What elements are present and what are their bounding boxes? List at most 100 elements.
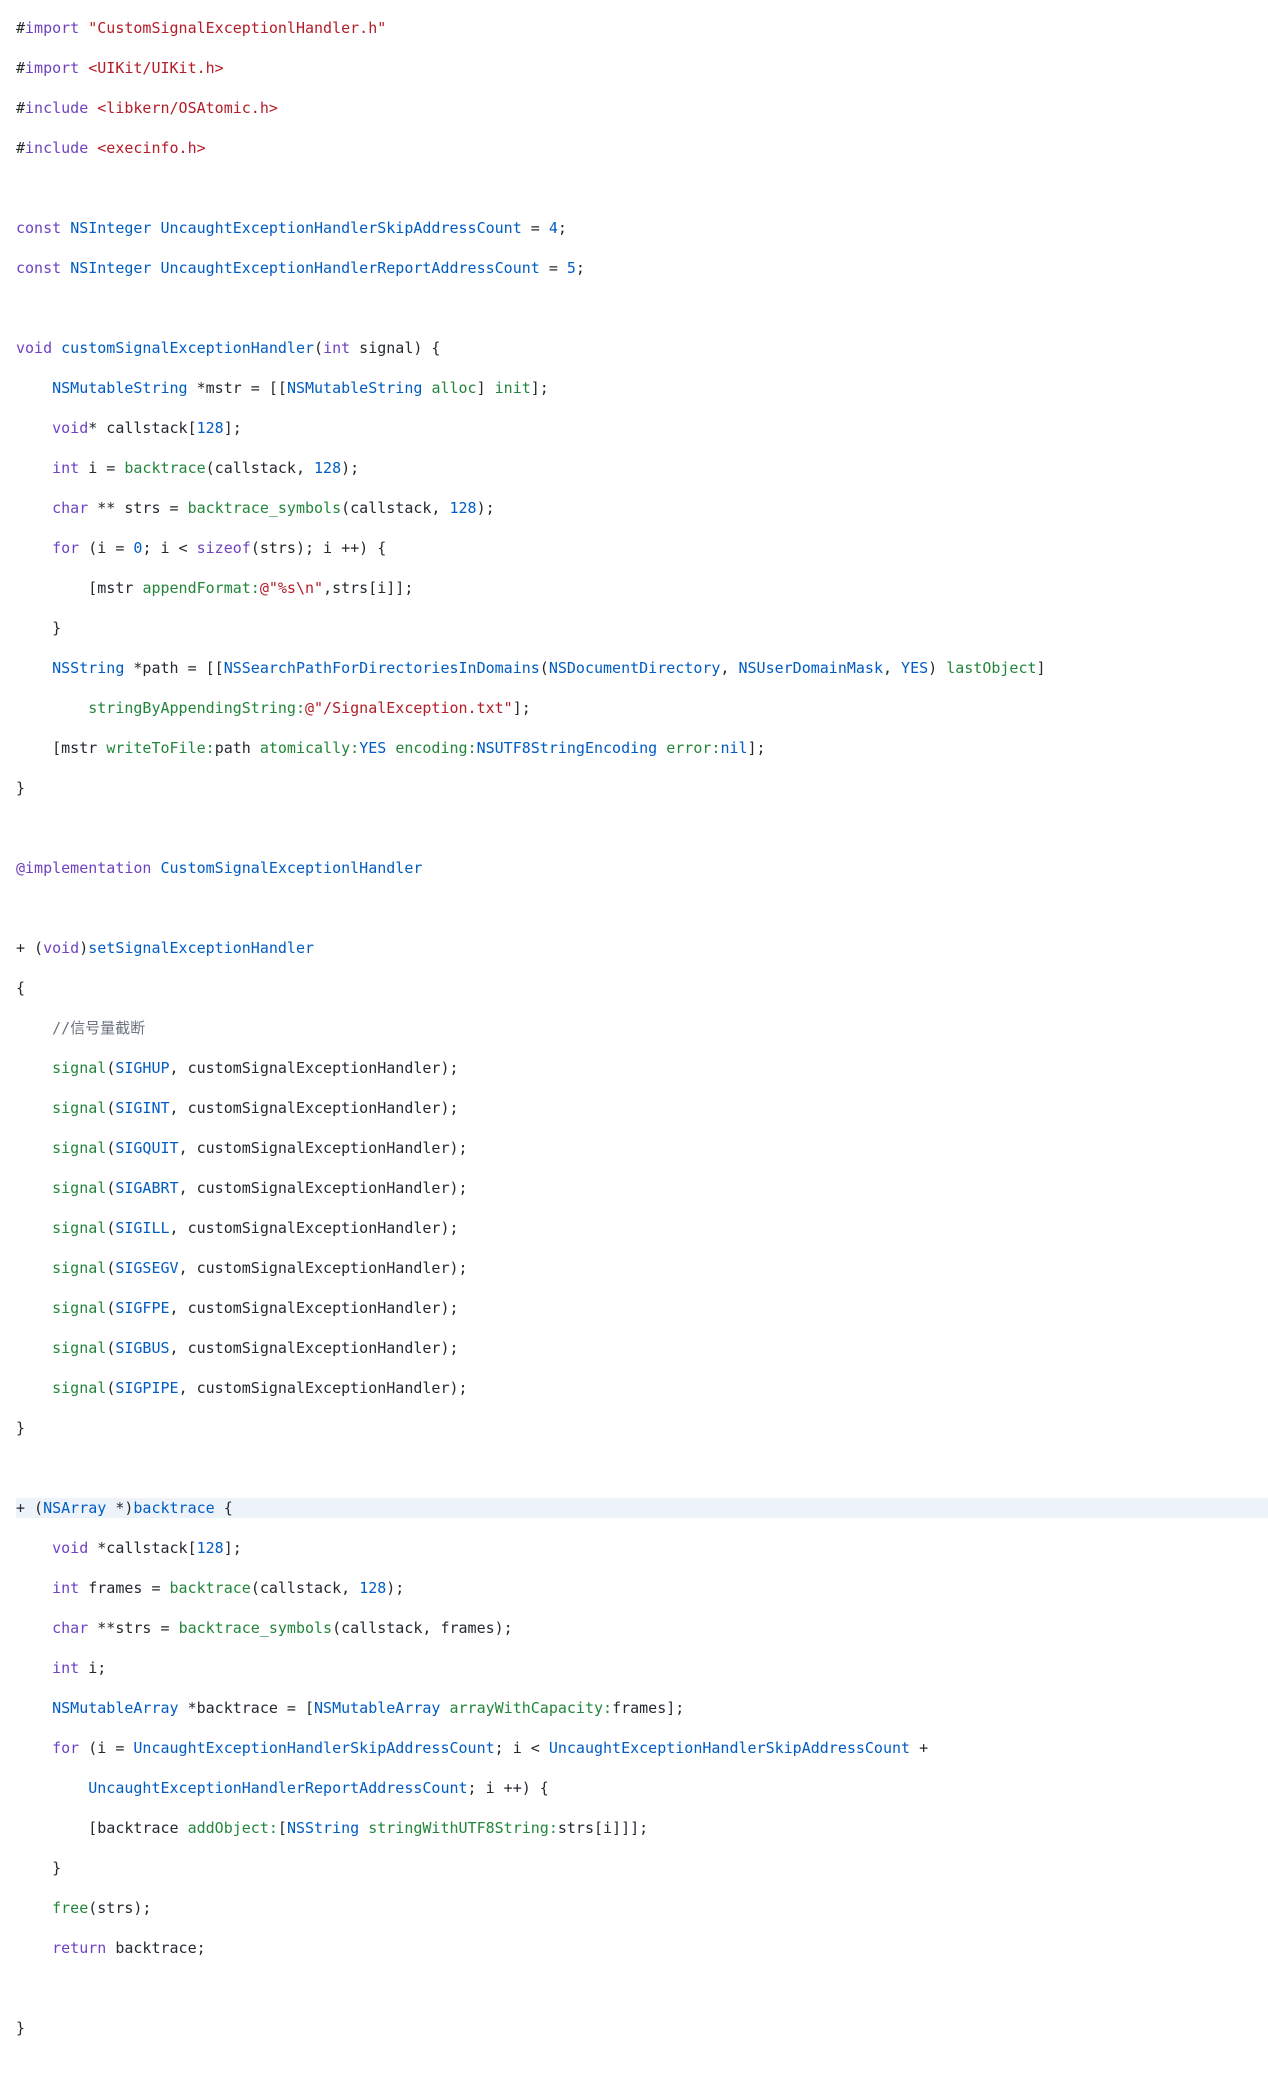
- code-line: return backtrace;: [16, 1938, 1268, 1958]
- code-line: signal(SIGFPE, customSignalExceptionHand…: [16, 1298, 1268, 1318]
- code-token: ]: [1037, 659, 1046, 677]
- code-token: }: [16, 1859, 61, 1877]
- code-token: char: [52, 499, 88, 517]
- code-token: [16, 1179, 52, 1197]
- code-token: signal) {: [350, 339, 440, 357]
- code-token: stringByAppendingString:: [88, 699, 305, 717]
- code-token: [mstr: [16, 579, 142, 597]
- code-token: (i =: [79, 539, 133, 557]
- code-line: free(strs);: [16, 1898, 1268, 1918]
- code-token: [16, 1059, 52, 1077]
- code-token: signal: [52, 1339, 106, 1357]
- code-token: ; i <: [142, 539, 196, 557]
- code-token: (: [314, 339, 323, 357]
- code-token: NSString: [287, 1819, 359, 1837]
- code-token: <UIKit/UIKit.h>: [88, 59, 223, 77]
- code-token: ];: [513, 699, 531, 717]
- code-token: (: [106, 1059, 115, 1077]
- code-token: [16, 699, 88, 717]
- code-line: }: [16, 1418, 1268, 1438]
- code-token: NSString: [52, 659, 124, 677]
- code-line: [16, 1978, 1268, 1998]
- code-token: [88, 139, 97, 157]
- code-line: }: [16, 2018, 1268, 2038]
- code-token: init: [495, 379, 531, 397]
- code-token: const: [16, 219, 61, 237]
- code-token: [16, 1899, 52, 1917]
- code-token: [88, 99, 97, 117]
- code-line: [16, 298, 1268, 318]
- code-token: 128: [359, 1579, 386, 1597]
- code-token: *): [106, 1499, 133, 1517]
- code-token: NSUTF8StringEncoding: [477, 739, 658, 757]
- code-token: arrayWithCapacity:: [450, 1699, 613, 1717]
- code-line: void *callstack[128];: [16, 1538, 1268, 1558]
- code-line: int i;: [16, 1658, 1268, 1678]
- code-token: ];: [224, 1539, 242, 1557]
- code-line: char **strs = backtrace_symbols(callstac…: [16, 1618, 1268, 1638]
- code-token: [16, 1539, 52, 1557]
- code-token: nil: [720, 739, 747, 757]
- code-token: NSSearchPathForDirectoriesInDomains: [224, 659, 540, 677]
- code-token: [440, 1699, 449, 1717]
- code-token: [151, 219, 160, 237]
- code-token: "CustomSignalExceptionlHandler.h": [88, 19, 386, 37]
- code-token: [61, 259, 70, 277]
- code-token: atomically:: [260, 739, 359, 757]
- code-token: NSInteger: [70, 259, 151, 277]
- code-token: (: [106, 1139, 115, 1157]
- code-token: signal: [52, 1219, 106, 1237]
- code-token: [16, 1259, 52, 1277]
- code-token: import: [25, 59, 79, 77]
- code-line: + (NSArray *)backtrace {: [16, 1498, 1268, 1518]
- code-token: [16, 1939, 52, 1957]
- code-token: , customSignalExceptionHandler);: [170, 1059, 459, 1077]
- code-line: signal(SIGQUIT, customSignalExceptionHan…: [16, 1138, 1268, 1158]
- code-token: return: [52, 1939, 106, 1957]
- code-line: void customSignalExceptionHandler(int si…: [16, 338, 1268, 358]
- code-line: signal(SIGSEGV, customSignalExceptionHan…: [16, 1258, 1268, 1278]
- code-token: [16, 1019, 52, 1037]
- code-line: [16, 898, 1268, 918]
- code-token: [16, 379, 52, 397]
- code-token: SIGBUS: [115, 1339, 169, 1357]
- code-token: <libkern/OSAtomic.h>: [97, 99, 278, 117]
- code-token: [16, 1579, 52, 1597]
- code-token: }: [16, 1419, 25, 1437]
- code-token: ,: [883, 659, 901, 677]
- code-token: [151, 859, 160, 877]
- code-line: @implementation CustomSignalExceptionlHa…: [16, 858, 1268, 878]
- code-token: int: [52, 1659, 79, 1677]
- code-line: NSMutableString *mstr = [[NSMutableStrin…: [16, 378, 1268, 398]
- code-token: NSInteger: [70, 219, 151, 237]
- code-token: for: [52, 539, 79, 557]
- code-token: signal: [52, 1179, 106, 1197]
- code-token: include: [25, 99, 88, 117]
- code-token: [16, 1779, 88, 1797]
- code-token: [79, 19, 88, 37]
- code-token: ,: [720, 659, 738, 677]
- code-token: (: [106, 1299, 115, 1317]
- code-token: NSArray: [43, 1499, 106, 1517]
- code-token: ; i ++) {: [468, 1779, 549, 1797]
- code-line: NSMutableArray *backtrace = [NSMutableAr…: [16, 1698, 1268, 1718]
- code-token: customSignalExceptionHandler: [61, 339, 314, 357]
- code-token: (: [106, 1099, 115, 1117]
- code-token: writeToFile:: [106, 739, 214, 757]
- code-token: signal: [52, 1139, 106, 1157]
- code-token: const: [16, 259, 61, 277]
- code-token: , customSignalExceptionHandler);: [170, 1299, 459, 1317]
- code-token: strs[i]]];: [558, 1819, 648, 1837]
- code-token: (: [540, 659, 549, 677]
- code-token: (callstack, frames);: [332, 1619, 513, 1637]
- code-token: UncaughtExceptionHandlerReportAddressCou…: [88, 1779, 467, 1797]
- code-token: UncaughtExceptionHandlerSkipAddressCount: [133, 1739, 494, 1757]
- code-token: NSDocumentDirectory: [549, 659, 721, 677]
- code-line: #include <execinfo.h>: [16, 138, 1268, 158]
- code-token: NSMutableString: [52, 379, 187, 397]
- code-token: int: [52, 459, 79, 477]
- code-token: signal: [52, 1099, 106, 1117]
- code-token: 5: [567, 259, 576, 277]
- code-token: (: [106, 1339, 115, 1357]
- code-token: [16, 1619, 52, 1637]
